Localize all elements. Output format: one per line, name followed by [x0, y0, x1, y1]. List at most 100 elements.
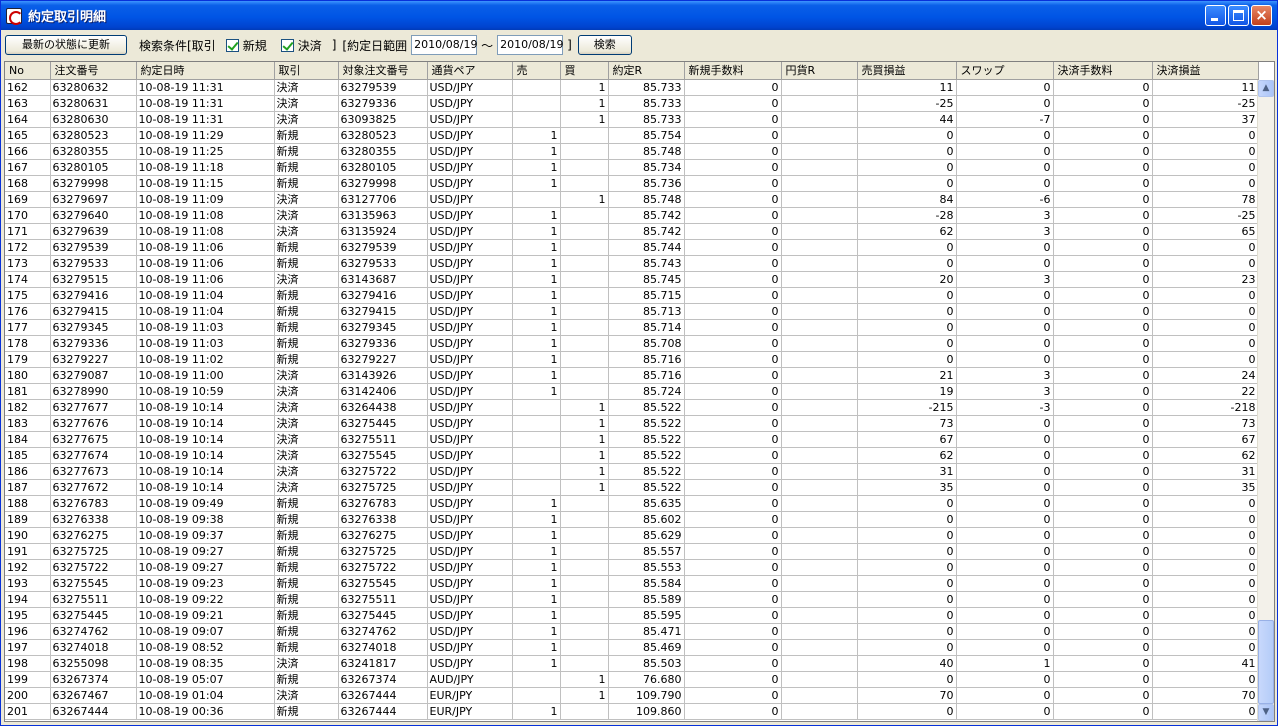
table-cell: USD/JPY [427, 415, 513, 432]
table-cell: 10-08-19 09:07 [136, 623, 275, 640]
table-row[interactable]: 174 63279515 10-08-19 11:06 決済 63143687 USD/J… [5, 271, 1259, 288]
column-header[interactable]: 約定日時 [136, 62, 275, 80]
table-row[interactable]: 193 63275545 10-08-19 09:23 新規 63275545 USD/J… [5, 575, 1259, 592]
scroll-up-icon[interactable]: ▲ [1258, 80, 1274, 97]
table-cell: 0 [684, 223, 782, 240]
table-row[interactable]: 195 63275445 10-08-19 09:21 新規 63275445 USD/J… [5, 607, 1259, 624]
column-header[interactable]: 対象注文番号 [338, 62, 428, 80]
table-row[interactable]: 169 63279697 10-08-19 11:09 決済 63127706 USD/J… [5, 191, 1259, 208]
table-cell: 168 [5, 175, 51, 192]
column-header[interactable]: スワップ [956, 62, 1054, 80]
table-row[interactable]: 191 63275725 10-08-19 09:27 新規 63275725 USD/J… [5, 543, 1259, 560]
refresh-button[interactable]: 最新の状態に更新 [5, 35, 127, 55]
table-row[interactable]: 199 63267374 10-08-19 05:07 新規 63267374 AUD/J… [5, 671, 1259, 688]
table-cell: 63275511 [338, 431, 428, 448]
table-cell: 63275445 [338, 607, 428, 624]
table-row[interactable]: 185 63277674 10-08-19 10:14 決済 63275545 USD/J… [5, 447, 1259, 464]
table-row[interactable]: 173 63279533 10-08-19 11:06 新規 63279533 USD/J… [5, 255, 1259, 272]
table-row[interactable]: 181 63278990 10-08-19 10:59 決済 63142406 USD/J… [5, 383, 1259, 400]
table-cell: USD/JPY [427, 591, 513, 608]
table-cell: 0 [684, 591, 782, 608]
column-header[interactable]: 円貨R [781, 62, 858, 80]
table-cell: 0 [956, 495, 1054, 512]
table-cell [781, 335, 858, 352]
maximize-button[interactable] [1228, 5, 1249, 26]
table-row[interactable]: 194 63275511 10-08-19 09:22 新規 63275511 USD/J… [5, 591, 1259, 608]
table-row[interactable]: 201 63267444 10-08-19 00:36 新規 63267444 EUR/J… [5, 703, 1259, 720]
column-header[interactable]: 決済損益 [1152, 62, 1259, 80]
title-bar[interactable]: 約定取引明細 × [1, 1, 1277, 30]
table-cell: 63277674 [50, 447, 137, 464]
new-checkbox[interactable]: 新規 [225, 37, 267, 54]
table-row[interactable]: 179 63279227 10-08-19 11:02 新規 63279227 USD/J… [5, 351, 1259, 368]
table-row[interactable]: 190 63276275 10-08-19 09:37 新規 63276275 USD/J… [5, 527, 1259, 544]
table-row[interactable]: 188 63276783 10-08-19 09:49 新規 63276783 USD/J… [5, 495, 1259, 512]
search-button[interactable]: 検索 [577, 35, 632, 55]
table-cell: 1 [512, 655, 561, 672]
table-row[interactable]: 189 63276338 10-08-19 09:38 新規 63276338 USD/J… [5, 511, 1259, 528]
table-row[interactable]: 175 63279416 10-08-19 11:04 新規 63279416 USD/J… [5, 287, 1259, 304]
table-row[interactable]: 163 63280631 10-08-19 11:31 決済 63279336 USD/J… [5, 95, 1259, 112]
table-row[interactable]: 197 63274018 10-08-19 08:52 新規 63274018 USD/J… [5, 639, 1259, 656]
table-row[interactable]: 165 63280523 10-08-19 11:29 新規 63280523 USD/J… [5, 127, 1259, 144]
table-row[interactable]: 198 63255098 10-08-19 08:35 決済 63241817 USD/J… [5, 655, 1259, 672]
column-header[interactable]: 注文番号 [50, 62, 137, 80]
table-row[interactable]: 200 63267467 10-08-19 01:04 決済 63267444 EUR/J… [5, 687, 1259, 704]
table-row[interactable]: 196 63274762 10-08-19 09:07 新規 63274762 USD/J… [5, 623, 1259, 640]
table-cell: USD/JPY [427, 335, 513, 352]
column-header[interactable]: 売買損益 [857, 62, 957, 80]
minimize-button[interactable] [1205, 5, 1226, 26]
table-cell: -25 [857, 95, 957, 112]
table-row[interactable]: 186 63277673 10-08-19 10:14 決済 63275722 USD/J… [5, 463, 1259, 480]
table-cell: 新規 [274, 143, 339, 160]
table-cell: 165 [5, 127, 51, 144]
table-cell [781, 287, 858, 304]
table-cell: 167 [5, 159, 51, 176]
table-row[interactable]: 184 63277675 10-08-19 10:14 決済 63275511 USD/J… [5, 431, 1259, 448]
table-row[interactable]: 182 63277677 10-08-19 10:14 決済 63264438 USD/J… [5, 399, 1259, 416]
table-cell: 85.557 [608, 543, 685, 560]
vertical-scrollbar[interactable]: ▲ ▼ [1257, 80, 1274, 721]
column-header[interactable]: 決済手数料 [1053, 62, 1153, 80]
scroll-thumb[interactable] [1258, 620, 1274, 704]
column-header[interactable]: 約定R [608, 62, 685, 80]
column-header[interactable]: 取引 [274, 62, 339, 80]
table-row[interactable]: 164 63280630 10-08-19 11:31 決済 63093825 USD/J… [5, 111, 1259, 128]
close-button[interactable]: × [1251, 5, 1272, 26]
table-row[interactable]: 180 63279087 10-08-19 11:00 決済 63143926 USD/J… [5, 367, 1259, 384]
table-cell: -28 [857, 207, 957, 224]
settle-checkbox[interactable]: 決済 [280, 37, 322, 54]
scroll-down-icon[interactable]: ▼ [1258, 704, 1274, 721]
table-row[interactable]: 168 63279998 10-08-19 11:15 新規 63279998 USD/J… [5, 175, 1259, 192]
table-row[interactable]: 162 63280632 10-08-19 11:31 決済 63279539 USD/J… [5, 79, 1259, 96]
column-header[interactable]: 売 [512, 62, 561, 80]
table-cell: 63280523 [50, 127, 137, 144]
table-cell: 0 [1053, 655, 1153, 672]
table-cell: 新規 [274, 255, 339, 272]
trade-grid[interactable]: No 注文番号 約定日時 取引 対象注文番号 通貨ペア売買約定R 新規手数料 円貨R 売買損益ス… [4, 61, 1275, 722]
table-cell: 0 [1053, 351, 1153, 368]
date-from-input[interactable]: 2010/08/19 [411, 35, 478, 55]
column-header[interactable]: 通貨ペア [427, 62, 513, 80]
date-to-input[interactable]: 2010/08/19 [497, 35, 564, 55]
table-row[interactable]: 172 63279539 10-08-19 11:06 新規 63279539 USD/J… [5, 239, 1259, 256]
table-row[interactable]: 167 63280105 10-08-19 11:18 新規 63280105 USD/J… [5, 159, 1259, 176]
column-header[interactable]: 新規手数料 [684, 62, 782, 80]
table-cell: 63275545 [338, 575, 428, 592]
table-cell: 0 [1053, 271, 1153, 288]
table-row[interactable]: 176 63279415 10-08-19 11:04 新規 63279415 USD/J… [5, 303, 1259, 320]
table-row[interactable]: 178 63279336 10-08-19 11:03 新規 63279336 USD/J… [5, 335, 1259, 352]
table-cell: 194 [5, 591, 51, 608]
table-row[interactable]: 166 63280355 10-08-19 11:25 新規 63280355 USD/J… [5, 143, 1259, 160]
column-header[interactable]: 買 [560, 62, 609, 80]
table-cell: 0 [1152, 159, 1259, 176]
date-range-close-bracket: ] [567, 38, 572, 52]
table-row[interactable]: 171 63279639 10-08-19 11:08 決済 63135924 USD/J… [5, 223, 1259, 240]
table-row[interactable]: 187 63277672 10-08-19 10:14 決済 63275725 USD/J… [5, 479, 1259, 496]
table-row[interactable]: 170 63279640 10-08-19 11:08 決済 63135963 USD/J… [5, 207, 1259, 224]
table-row[interactable]: 192 63275722 10-08-19 09:27 新規 63275722 USD/J… [5, 559, 1259, 576]
table-cell: 0 [956, 559, 1054, 576]
column-header[interactable]: No [5, 62, 51, 80]
table-row[interactable]: 177 63279345 10-08-19 11:03 新規 63279345 USD/J… [5, 319, 1259, 336]
table-row[interactable]: 183 63277676 10-08-19 10:14 決済 63275445 USD/J… [5, 415, 1259, 432]
